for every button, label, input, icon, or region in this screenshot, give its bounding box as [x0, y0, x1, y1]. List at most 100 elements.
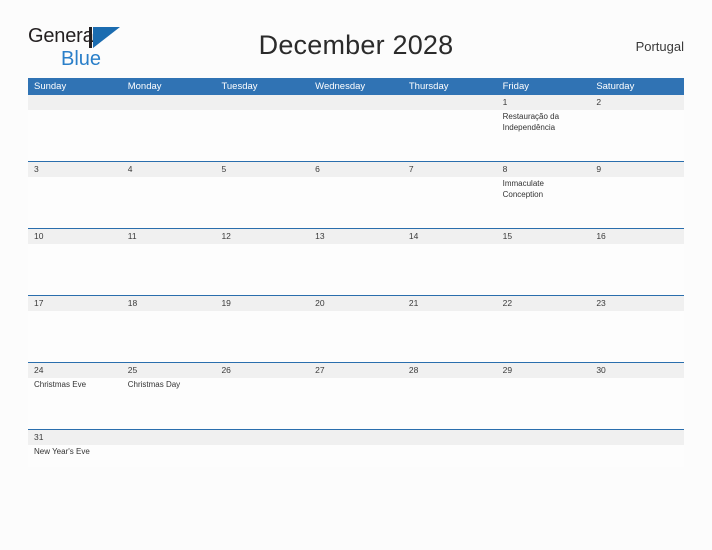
- day-number[interactable]: [590, 430, 684, 445]
- week-row: 1 2 Restauração da Independência: [28, 95, 684, 162]
- day-event: [215, 244, 309, 295]
- day-event: [215, 110, 309, 161]
- day-event: [497, 311, 591, 362]
- day-number[interactable]: 21: [403, 296, 497, 311]
- day-event: [122, 110, 216, 161]
- day-number[interactable]: [215, 95, 309, 110]
- day-event: [403, 110, 497, 161]
- week-row: 3 4 5 6 7 8 9 Immaculate Conception: [28, 162, 684, 229]
- day-number[interactable]: 4: [122, 162, 216, 177]
- day-number[interactable]: [122, 95, 216, 110]
- week-event-band: New Year's Eve: [28, 445, 684, 467]
- week-event-band: [28, 311, 684, 362]
- day-event: [122, 445, 216, 467]
- week-row: 10 11 12 13 14 15 16: [28, 229, 684, 296]
- weekday-wednesday: Wednesday: [315, 81, 366, 92]
- day-event: [309, 311, 403, 362]
- week-event-band: Christmas Eve Christmas Day: [28, 378, 684, 429]
- day-number[interactable]: 23: [590, 296, 684, 311]
- day-number[interactable]: 1: [497, 95, 591, 110]
- day-event: [497, 378, 591, 429]
- day-number[interactable]: [403, 430, 497, 445]
- day-event: [215, 177, 309, 228]
- day-number[interactable]: 20: [309, 296, 403, 311]
- week-row: 17 18 19 20 21 22 23: [28, 296, 684, 363]
- day-number[interactable]: 24: [28, 363, 122, 378]
- day-event: [590, 244, 684, 295]
- day-event: Christmas Eve: [34, 380, 87, 389]
- day-number[interactable]: 13: [309, 229, 403, 244]
- weekday-tuesday: Tuesday: [221, 81, 258, 92]
- day-number[interactable]: 12: [215, 229, 309, 244]
- day-number[interactable]: [309, 95, 403, 110]
- day-number[interactable]: 26: [215, 363, 309, 378]
- week-event-band: Immaculate Conception: [28, 177, 684, 228]
- day-number[interactable]: 22: [497, 296, 591, 311]
- day-event: [590, 110, 684, 161]
- day-number[interactable]: 31: [28, 430, 122, 445]
- day-number[interactable]: [309, 430, 403, 445]
- country-label: Portugal: [635, 39, 684, 54]
- day-event: [122, 177, 216, 228]
- day-event: [590, 445, 684, 467]
- day-number[interactable]: [122, 430, 216, 445]
- day-number[interactable]: 7: [403, 162, 497, 177]
- day-event: [309, 244, 403, 295]
- week-date-band: 1 2: [28, 95, 684, 110]
- week-date-band: 17 18 19 20 21 22 23: [28, 296, 684, 311]
- day-number[interactable]: 18: [122, 296, 216, 311]
- day-number[interactable]: [403, 95, 497, 110]
- day-number[interactable]: 10: [28, 229, 122, 244]
- weekday-thursday: Thursday: [408, 81, 449, 92]
- day-number[interactable]: [497, 430, 591, 445]
- day-number[interactable]: [28, 95, 122, 110]
- weekday-monday: Monday: [127, 81, 162, 92]
- day-event: [403, 378, 497, 429]
- day-number[interactable]: 8: [497, 162, 591, 177]
- day-event: [497, 244, 591, 295]
- day-number[interactable]: 30: [590, 363, 684, 378]
- day-number[interactable]: 19: [215, 296, 309, 311]
- day-event: [28, 177, 122, 228]
- day-event: [403, 244, 497, 295]
- week-date-band: 10 11 12 13 14 15 16: [28, 229, 684, 244]
- day-number[interactable]: 27: [309, 363, 403, 378]
- day-event: Immaculate Conception: [502, 179, 544, 199]
- day-number[interactable]: [215, 430, 309, 445]
- week-date-band: 24 25 26 27 28 29 30: [28, 363, 684, 378]
- week-date-band: 3 4 5 6 7 8 9: [28, 162, 684, 177]
- day-event: [215, 311, 309, 362]
- day-event: [28, 244, 122, 295]
- day-number[interactable]: 28: [403, 363, 497, 378]
- day-event: [309, 177, 403, 228]
- day-number[interactable]: 29: [497, 363, 591, 378]
- day-number[interactable]: 11: [122, 229, 216, 244]
- day-number[interactable]: 5: [215, 162, 309, 177]
- day-event: [215, 378, 309, 429]
- day-number[interactable]: 17: [28, 296, 122, 311]
- day-event: [403, 177, 497, 228]
- calendar-page: General Blue December 2028 Portugal Sund…: [0, 0, 712, 550]
- week-date-band: 31: [28, 430, 684, 445]
- page-title: December 2028: [258, 30, 454, 60]
- day-number[interactable]: 9: [590, 162, 684, 177]
- week-event-band: [28, 244, 684, 295]
- day-event: New Year's Eve: [34, 447, 90, 456]
- day-event: [28, 311, 122, 362]
- day-number[interactable]: 14: [403, 229, 497, 244]
- day-number[interactable]: 15: [497, 229, 591, 244]
- week-row: 24 25 26 27 28 29 30 Christmas Eve Chris…: [28, 363, 684, 430]
- day-event: [403, 311, 497, 362]
- day-event: [497, 445, 591, 467]
- day-number[interactable]: 6: [309, 162, 403, 177]
- weekday-header-row: Sunday Monday Tuesday Wednesday Thursday…: [28, 78, 684, 95]
- day-number[interactable]: 3: [28, 162, 122, 177]
- day-number[interactable]: 2: [590, 95, 684, 110]
- week-row: 31 New Year's Eve: [28, 430, 684, 467]
- day-event: [590, 311, 684, 362]
- day-event: [215, 445, 309, 467]
- day-event: [590, 177, 684, 228]
- day-number[interactable]: 25: [122, 363, 216, 378]
- day-number[interactable]: 16: [590, 229, 684, 244]
- day-event: [122, 311, 216, 362]
